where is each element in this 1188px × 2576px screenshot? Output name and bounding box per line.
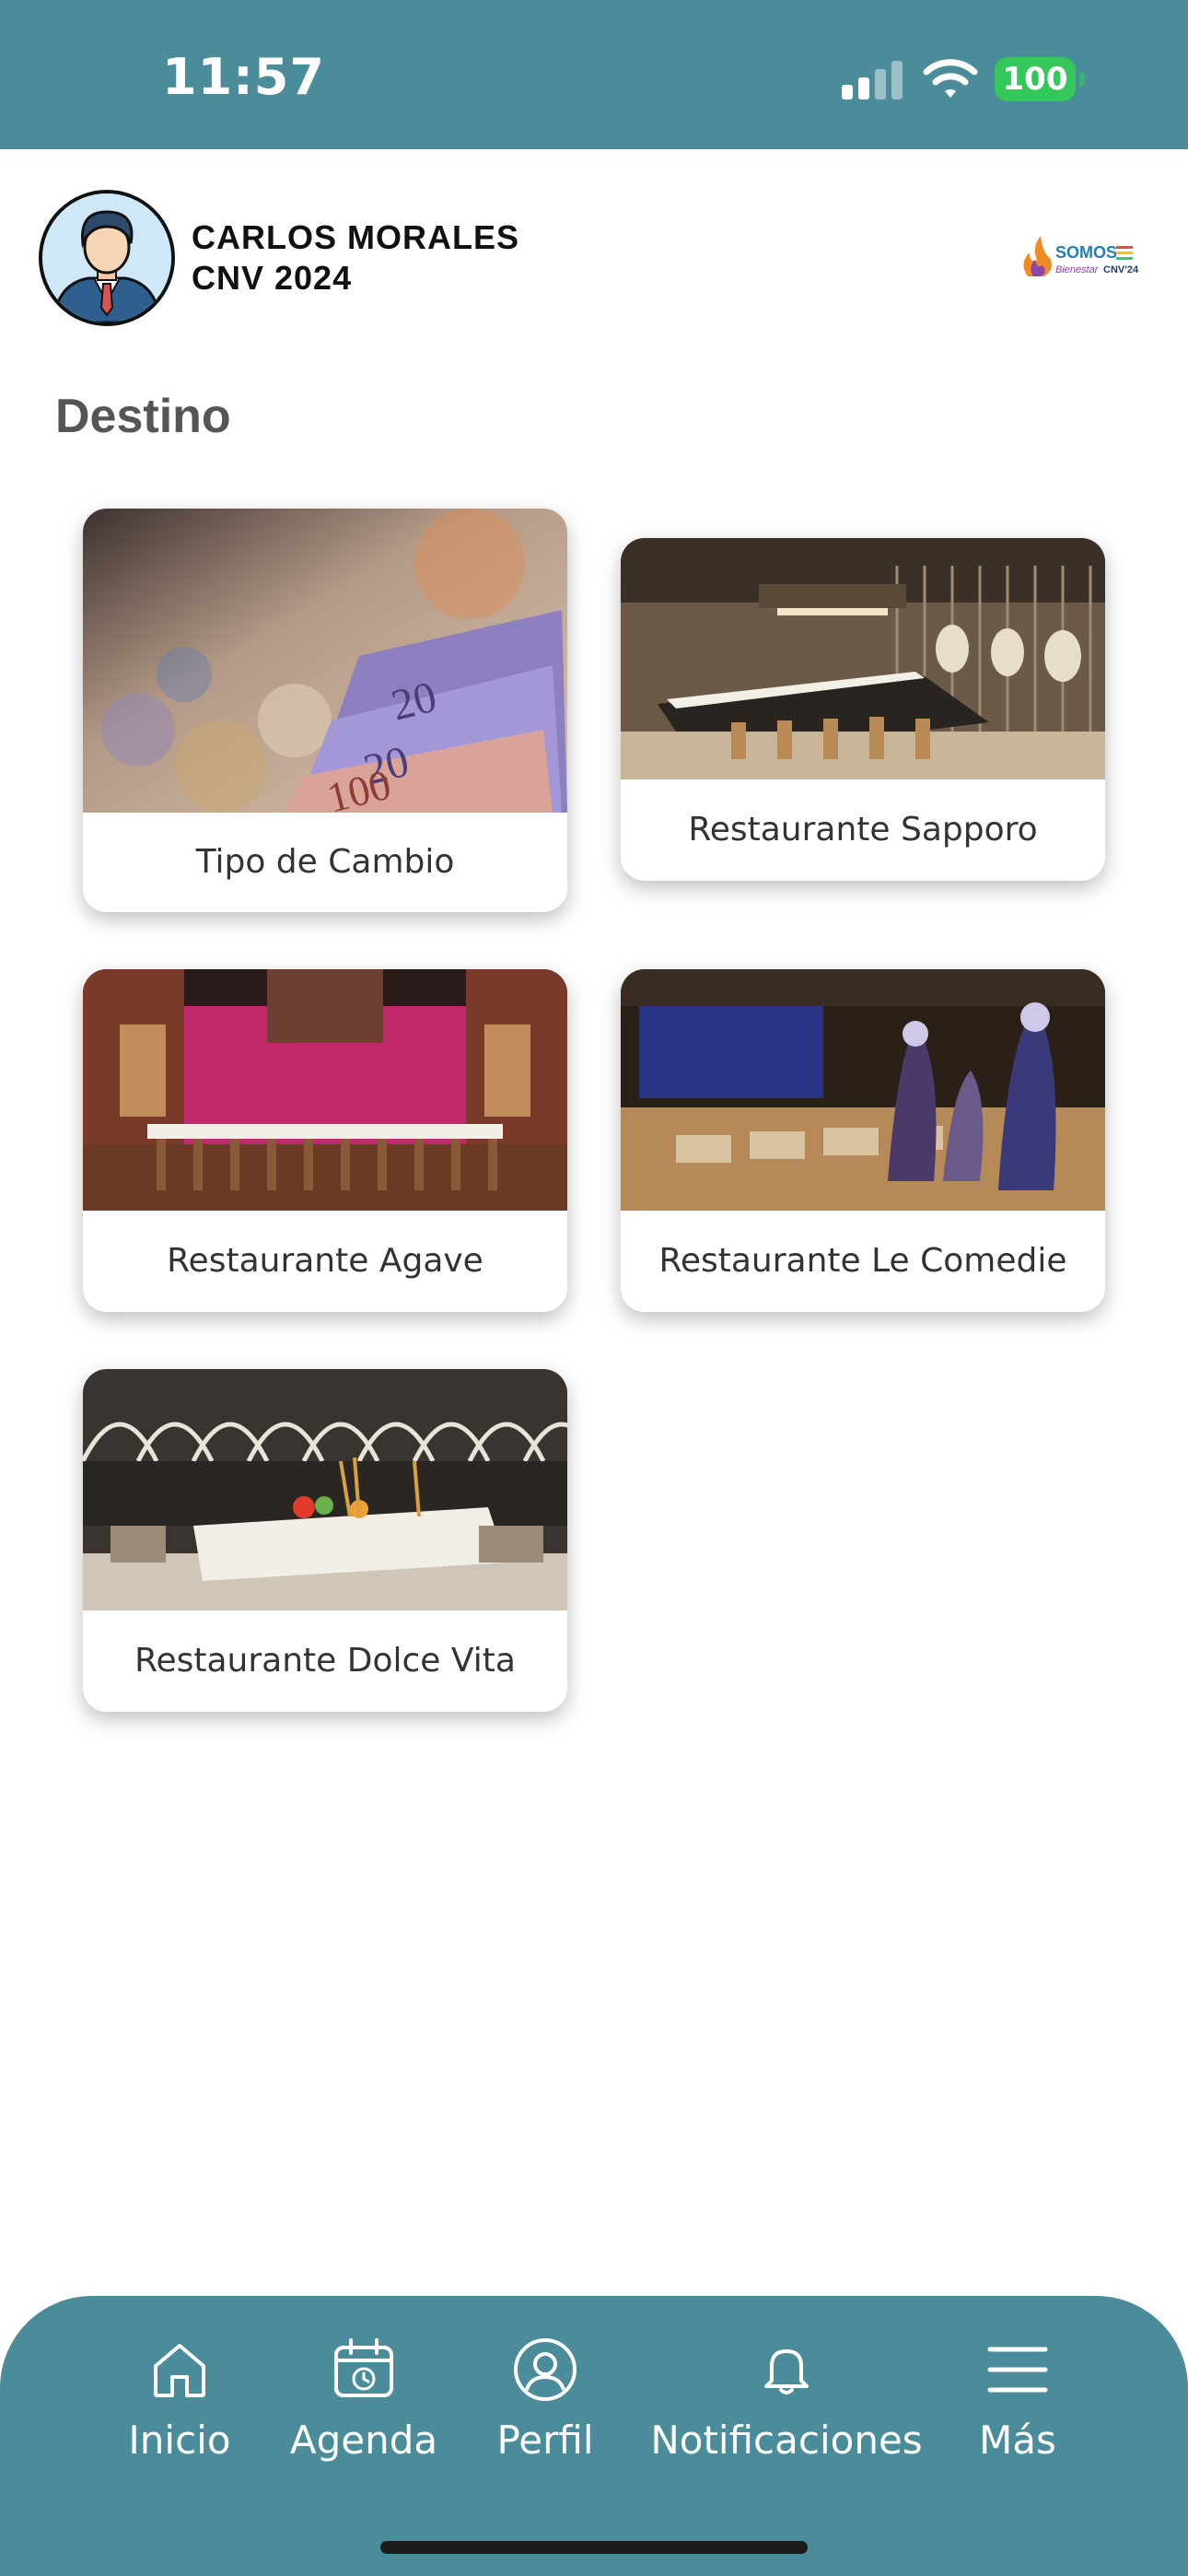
card-restaurante-le-comedie[interactable]: Restaurante Le Comedie bbox=[621, 969, 1105, 1312]
brand-logo-subtext: CNV'24 bbox=[1103, 264, 1139, 275]
nav-item-perfil[interactable]: Perfil bbox=[479, 2336, 611, 2463]
card-label: Restaurante Agave bbox=[167, 1242, 483, 1280]
menu-icon bbox=[987, 2347, 1048, 2393]
battery-cap bbox=[1079, 72, 1085, 87]
status-bar: 11:57 100 bbox=[0, 0, 1188, 149]
card-label: Tipo de Cambio bbox=[195, 843, 455, 881]
card-label: Restaurante Le Comedie bbox=[658, 1242, 1067, 1280]
brand-logo-text: SOMOS bbox=[1055, 243, 1117, 262]
currency-banknotes-image: 20 20 100 bbox=[83, 509, 567, 813]
calendar-icon bbox=[334, 2338, 393, 2397]
svg-text:Bienestar: Bienestar bbox=[1055, 264, 1100, 275]
signal-icon bbox=[842, 61, 903, 100]
nav-label: Perfil bbox=[496, 2418, 594, 2463]
card-label: Restaurante Dolce Vita bbox=[134, 1642, 516, 1680]
nav-label: Más bbox=[979, 2418, 1056, 2463]
wifi-icon bbox=[923, 59, 978, 98]
home-icon bbox=[154, 2344, 205, 2397]
avatar[interactable] bbox=[39, 190, 175, 326]
nav-item-mas[interactable]: Más bbox=[958, 2336, 1077, 2463]
avatar-illustration bbox=[42, 193, 171, 322]
bell-icon bbox=[764, 2349, 809, 2395]
brand-logo: SOMOS Bienestar CNV'24 bbox=[1023, 236, 1139, 276]
nav-label: Notificaciones bbox=[650, 2418, 923, 2463]
battery-icon: 100 bbox=[995, 57, 1087, 101]
user-name: CARLOS MORALES bbox=[192, 218, 519, 256]
agave-restaurant-image bbox=[83, 969, 567, 1211]
card-restaurante-agave[interactable]: Restaurante Agave bbox=[83, 969, 567, 1312]
card-restaurante-sapporo[interactable]: Restaurante Sapporo bbox=[621, 538, 1105, 881]
dolce-vita-restaurant-image bbox=[83, 1369, 567, 1610]
sapporo-restaurant-image bbox=[621, 538, 1105, 779]
user-event: CNV 2024 bbox=[192, 259, 353, 297]
user-icon bbox=[514, 2338, 577, 2401]
le-comedie-restaurant-image bbox=[621, 969, 1105, 1211]
card-tipo-de-cambio[interactable]: 20 20 100 Tipo de Cambio bbox=[83, 509, 567, 912]
nav-label: Agenda bbox=[289, 2418, 438, 2463]
home-indicator[interactable] bbox=[380, 2541, 808, 2554]
battery-level: 100 bbox=[995, 57, 1076, 101]
nav-item-agenda[interactable]: Agenda bbox=[285, 2336, 442, 2463]
nav-label: Inicio bbox=[128, 2418, 231, 2463]
nav-item-inicio[interactable]: Inicio bbox=[111, 2336, 249, 2463]
status-time: 11:57 bbox=[162, 48, 325, 106]
nav-item-notificaciones[interactable]: Notificaciones bbox=[646, 2336, 926, 2463]
page-title: Destino bbox=[55, 390, 231, 443]
card-restaurante-dolce-vita[interactable]: Restaurante Dolce Vita bbox=[83, 1369, 567, 1712]
card-label: Restaurante Sapporo bbox=[688, 811, 1038, 849]
